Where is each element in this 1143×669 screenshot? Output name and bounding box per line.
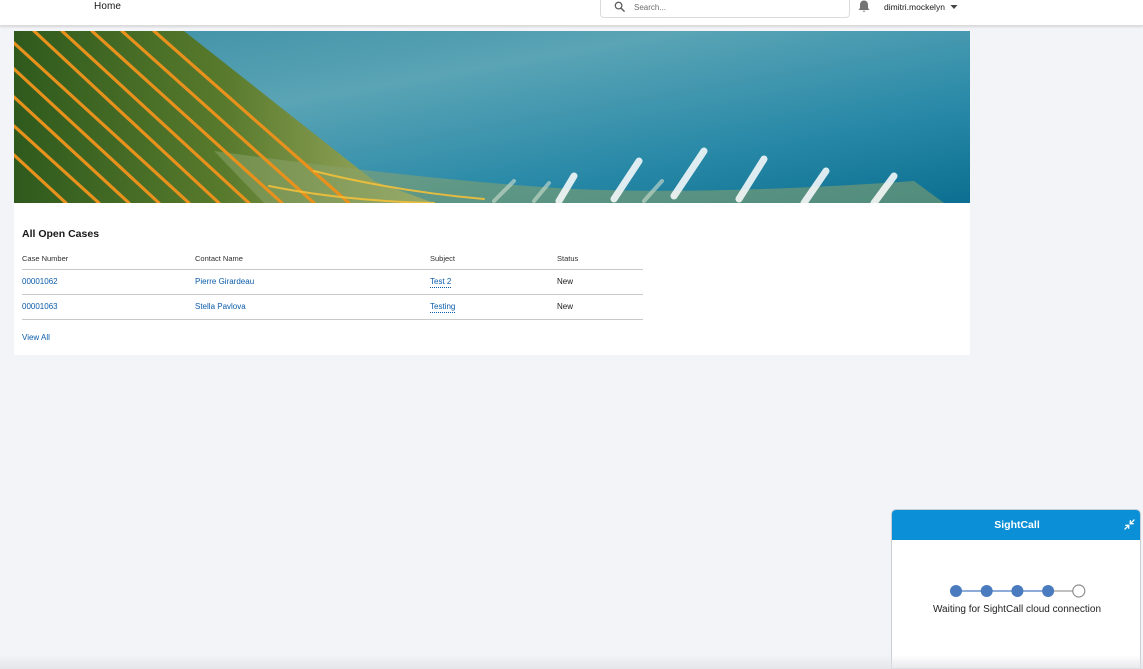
bell-icon[interactable] — [857, 0, 871, 13]
search-icon — [614, 1, 625, 12]
home-page-content: All Open Cases Case Number Contact Name … — [14, 31, 970, 355]
column-header-contact-name: Contact Name — [195, 249, 430, 270]
table-row: 00001062 Pierre Girardeau Test 2 New — [22, 269, 643, 295]
chevron-down-icon — [950, 5, 958, 9]
column-header-subject: Subject — [430, 249, 557, 270]
bottom-edge-shade — [0, 655, 1143, 669]
status-cell: New — [557, 294, 643, 320]
user-profile-menu[interactable]: dimitri.mockelyn — [884, 1, 958, 13]
cases-section-title: All Open Cases — [22, 228, 100, 240]
progress-step-complete — [1011, 585, 1024, 597]
table-header-row: Case Number Contact Name Subject Status — [22, 249, 643, 270]
status-cell: New — [557, 269, 643, 295]
global-search[interactable] — [600, 0, 850, 18]
case-number-link[interactable]: 00001062 — [22, 277, 58, 286]
column-header-status: Status — [557, 249, 643, 270]
case-number-link[interactable]: 00001063 — [22, 302, 58, 311]
open-cases-table: Case Number Contact Name Subject Status … — [22, 249, 643, 320]
progress-step-complete — [980, 585, 993, 597]
progress-step-complete — [1042, 585, 1055, 597]
nav-home-link[interactable]: Home — [94, 1, 121, 12]
connection-progress-steps — [950, 584, 1086, 598]
sightcall-status-text: Waiting for SightCall cloud connection — [932, 604, 1102, 615]
subject-link[interactable]: Testing — [430, 302, 456, 313]
progress-step-pending — [1072, 584, 1086, 598]
user-name: dimitri.mockelyn — [884, 2, 945, 12]
view-all-link[interactable]: View All — [22, 333, 50, 342]
progress-step-complete — [950, 585, 962, 597]
column-header-case-number: Case Number — [22, 249, 195, 270]
sightcall-widget: SightCall Waiting for SightCall cloud co… — [891, 509, 1141, 669]
global-header: Home dimitri.mockelyn — [0, 0, 1143, 26]
palm-leaf-image — [14, 31, 970, 203]
hero-banner-image — [14, 31, 970, 203]
subject-link[interactable]: Test 2 — [430, 277, 452, 288]
search-input[interactable] — [634, 1, 834, 14]
table-row: 00001063 Stella Pavlova Testing New — [22, 294, 643, 320]
contact-name-link[interactable]: Pierre Girardeau — [195, 277, 254, 286]
contact-name-link[interactable]: Stella Pavlova — [195, 302, 246, 311]
collapse-icon[interactable] — [1124, 519, 1135, 530]
sightcall-header: SightCall — [892, 510, 1140, 540]
sightcall-title: SightCall — [994, 519, 1040, 531]
